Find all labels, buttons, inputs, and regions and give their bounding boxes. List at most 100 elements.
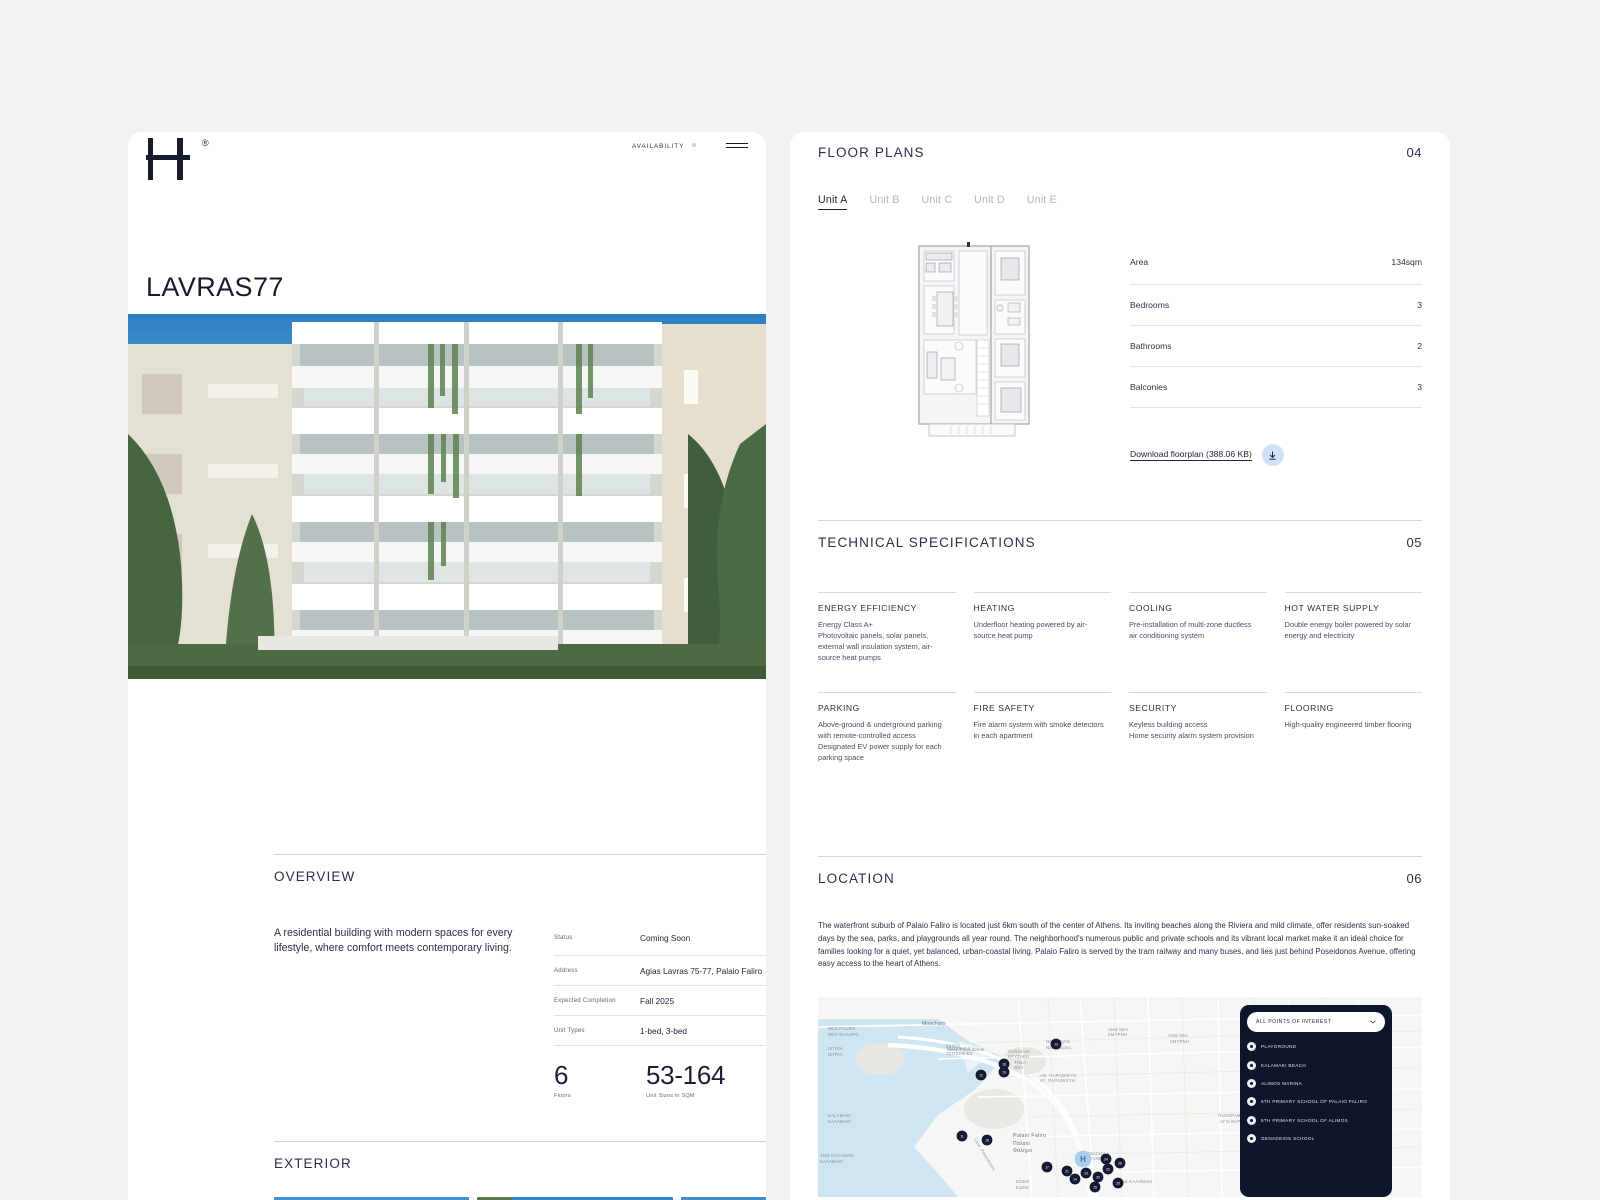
- table-row: Expected Completion Fall 2025: [554, 986, 766, 1016]
- tech-body: Above-ground & underground parking with …: [818, 719, 942, 762]
- tech-cell-flooring: FLOORING High-quality engineered timber …: [1284, 691, 1422, 764]
- spec-key: Unit Types: [554, 1028, 585, 1034]
- poi-marker-icon: [1247, 1078, 1256, 1088]
- poi-filter-select[interactable]: ALL POINTS OF INTEREST: [1247, 1012, 1385, 1033]
- location-number: 06: [1406, 871, 1422, 886]
- list-item[interactable]: GENADEIOS SCHOOL: [1247, 1134, 1385, 1144]
- tech-title: ENERGY EFFICIENCY: [818, 603, 917, 613]
- table-row: Address Agias Lavras 75-77, Palaio Falir…: [554, 956, 766, 986]
- tech-title: SECURITY: [1129, 702, 1177, 713]
- poi-marker-icon: [1247, 1060, 1256, 1070]
- tech-cell-security: SECURITY Keyless building access Home se…: [1129, 691, 1267, 764]
- tech-cell-parking: PARKING Above-ground & underground parki…: [818, 691, 956, 764]
- download-arrow-icon[interactable]: [1261, 444, 1284, 466]
- svg-text:25: 25: [1116, 1182, 1120, 1186]
- poi-label: PLAYGROUND: [1261, 1044, 1297, 1050]
- spec-value: 1-bed, 3-bed: [640, 1026, 688, 1036]
- svg-text:ΚΑΛΑΜΑΚΙ: ΚΑΛΑΜΑΚΙ: [828, 1119, 851, 1124]
- list-item[interactable]: 6TH PRIMARY SCHOOL OF ALIMOS: [1247, 1115, 1385, 1125]
- tab-unit-b[interactable]: Unit B: [869, 194, 899, 210]
- floor-plans-header: FLOOR PLANS 04: [818, 145, 1422, 160]
- tech-body: Fire alarm system with smoke detectors i…: [973, 719, 1104, 740]
- technical-specifications-section: TECHNICAL SPECIFICATIONS 05 ENERGY EFFIC…: [818, 520, 1422, 764]
- availability-status-dot: [692, 143, 696, 147]
- poi-marker-icon: [1247, 1042, 1256, 1052]
- brand-logo[interactable]: ®: [146, 138, 209, 180]
- location-header: LOCATION 06: [818, 857, 1422, 886]
- table-row: Bedrooms 3: [1130, 285, 1422, 326]
- list-item[interactable]: ALIMOS MARINA: [1247, 1078, 1385, 1088]
- svg-text:21: 21: [1065, 1170, 1069, 1174]
- table-row: Balconies 3: [1130, 367, 1422, 408]
- tab-unit-d[interactable]: Unit D: [974, 194, 1005, 210]
- svg-text:15: 15: [1093, 1186, 1097, 1190]
- svg-text:ΚΡΥΣΑΚΗ: ΚΡΥΣΑΚΗ: [1008, 1054, 1029, 1059]
- stat-value: 53-164: [646, 1060, 726, 1090]
- tech-title: HEATING: [973, 603, 1015, 613]
- download-link-label[interactable]: Download floorplan (388.06 KB): [1130, 449, 1252, 461]
- registered-trademark-icon: ®: [202, 138, 209, 148]
- list-item[interactable]: KALAMAKI BEACH: [1247, 1060, 1385, 1070]
- svg-text:ΑΘ. ΠΑΡΑΣΚΕΥΗ: ΑΘ. ΠΑΡΑΣΚΕΥΗ: [1040, 1073, 1077, 1078]
- overview-description: A residential building with modern space…: [274, 927, 513, 954]
- svg-text:16: 16: [985, 1139, 989, 1143]
- svg-text:KALAMAKI: KALAMAKI: [828, 1113, 851, 1118]
- floorplan-spec-list: Area 134sqm Bedrooms 3 Bathrooms 2 Balco…: [1130, 240, 1422, 466]
- page-title: LAVRAS77: [146, 272, 284, 302]
- location-title: LOCATION: [818, 871, 895, 886]
- spec-key: Expected Completion: [554, 998, 616, 1004]
- svg-text:ΑΝΩ ΚΑΛΑΜΑΚΙ: ΑΝΩ ΚΑΛΑΜΑΚΙ: [820, 1153, 855, 1158]
- stat-value: 6: [554, 1060, 569, 1090]
- tech-body: Double energy boiler powered by solar en…: [1284, 620, 1412, 640]
- svg-text:ΕΔΕΜ: ΕΔΕΜ: [1016, 1185, 1029, 1190]
- hamburger-menu-icon[interactable]: [726, 143, 748, 151]
- spec-value: 3: [1417, 382, 1422, 392]
- list-item[interactable]: 6TH PRIMARY SCHOOL OF PALAIO FALIRO: [1247, 1097, 1385, 1107]
- spec-key: Balconies: [1130, 382, 1168, 392]
- svg-text:ISTRIA: ISTRIA: [828, 1046, 843, 1051]
- overview-stats: 6 Floors 53-164 Unit Sizes in SQM 10 Uni…: [554, 1060, 766, 1100]
- spec-value: Fall 2025: [640, 996, 675, 1006]
- location-section: LOCATION 06 The waterfront suburb of Pal…: [818, 856, 1422, 1198]
- poi-label: ALIMOS MARINA: [1261, 1080, 1303, 1086]
- poi-label: 6TH PRIMARY SCHOOL OF ALIMOS: [1261, 1117, 1349, 1123]
- table-row: Area 134sqm: [1130, 244, 1422, 285]
- svg-text:22: 22: [1106, 1168, 1110, 1172]
- tech-cell-hot-water-supply: HOT WATER SUPPLY Double energy boiler po…: [1284, 592, 1422, 664]
- svg-text:13: 13: [1054, 1043, 1058, 1047]
- tech-title: PARKING: [818, 702, 860, 713]
- list-item[interactable]: PLAYGROUND: [1247, 1042, 1385, 1052]
- svg-text:ΣΜΥΡΝΗ: ΣΜΥΡΝΗ: [1108, 1032, 1127, 1037]
- floor-plans-section: FLOOR PLANS 04 Unit A Unit B Unit C Unit…: [818, 145, 1422, 466]
- left-content: OVERVIEW 01 A residential building with …: [274, 854, 766, 1200]
- location-description: The waterfront suburb of Palaio Faliro i…: [818, 921, 1416, 969]
- svg-text:Moschato: Moschato: [922, 1021, 946, 1027]
- site-header: AVAILABILITY: [128, 132, 766, 198]
- location-map[interactable]: NEO FALIRO ΝΕΟ ΦΑΛΗΡΟ ISTRIA ΙΣΤΡΙΑ Mosc…: [818, 997, 1422, 1198]
- overview-title: OVERVIEW: [274, 869, 356, 884]
- tech-cell-energy-efficiency: ENERGY EFFICIENCY Energy Class A+ Photov…: [818, 592, 956, 664]
- download-floorplan[interactable]: Download floorplan (388.06 KB): [1130, 444, 1422, 466]
- spec-key: Address: [554, 968, 578, 974]
- svg-text:Φάληρο: Φάληρο: [1013, 1147, 1032, 1154]
- exterior-section: EXTERIOR 02: [274, 1141, 766, 1200]
- svg-text:ΣΜΥΡΝΗ: ΣΜΥΡΝΗ: [1170, 1039, 1189, 1044]
- tab-unit-e[interactable]: Unit E: [1027, 194, 1057, 210]
- tech-title: COOLING: [1129, 603, 1173, 613]
- table-row: Bathrooms 2: [1130, 326, 1422, 367]
- exterior-section-header: EXTERIOR 02: [274, 1142, 766, 1171]
- svg-text:20: 20: [1096, 1176, 1100, 1180]
- chevron-down-icon: [1370, 1020, 1376, 1024]
- stat-label: Floors: [554, 1093, 571, 1100]
- svg-text:ΑΓ. ΠΑΡΑΣΚΕΥΗ: ΑΓ. ΠΑΡΑΣΚΕΥΗ: [1040, 1078, 1075, 1083]
- tab-unit-a[interactable]: Unit A: [818, 194, 848, 210]
- svg-text:ΤΖΙΤΖΗΦΙΕΣ: ΤΖΙΤΖΗΦΙΕΣ: [946, 1051, 973, 1056]
- spec-key: Bathrooms: [1130, 341, 1172, 351]
- availability-link[interactable]: AVAILABILITY: [632, 143, 696, 150]
- tab-unit-c[interactable]: Unit C: [922, 194, 953, 210]
- floorplan-drawing[interactable]: [818, 240, 1130, 466]
- table-row: Unit Types 1-bed, 3-bed: [554, 1016, 766, 1046]
- technical-title: TECHNICAL SPECIFICATIONS: [818, 535, 1036, 550]
- svg-text:Παλαιό: Παλαιό: [1013, 1140, 1030, 1147]
- tech-body: Keyless building access Home security al…: [1129, 719, 1254, 740]
